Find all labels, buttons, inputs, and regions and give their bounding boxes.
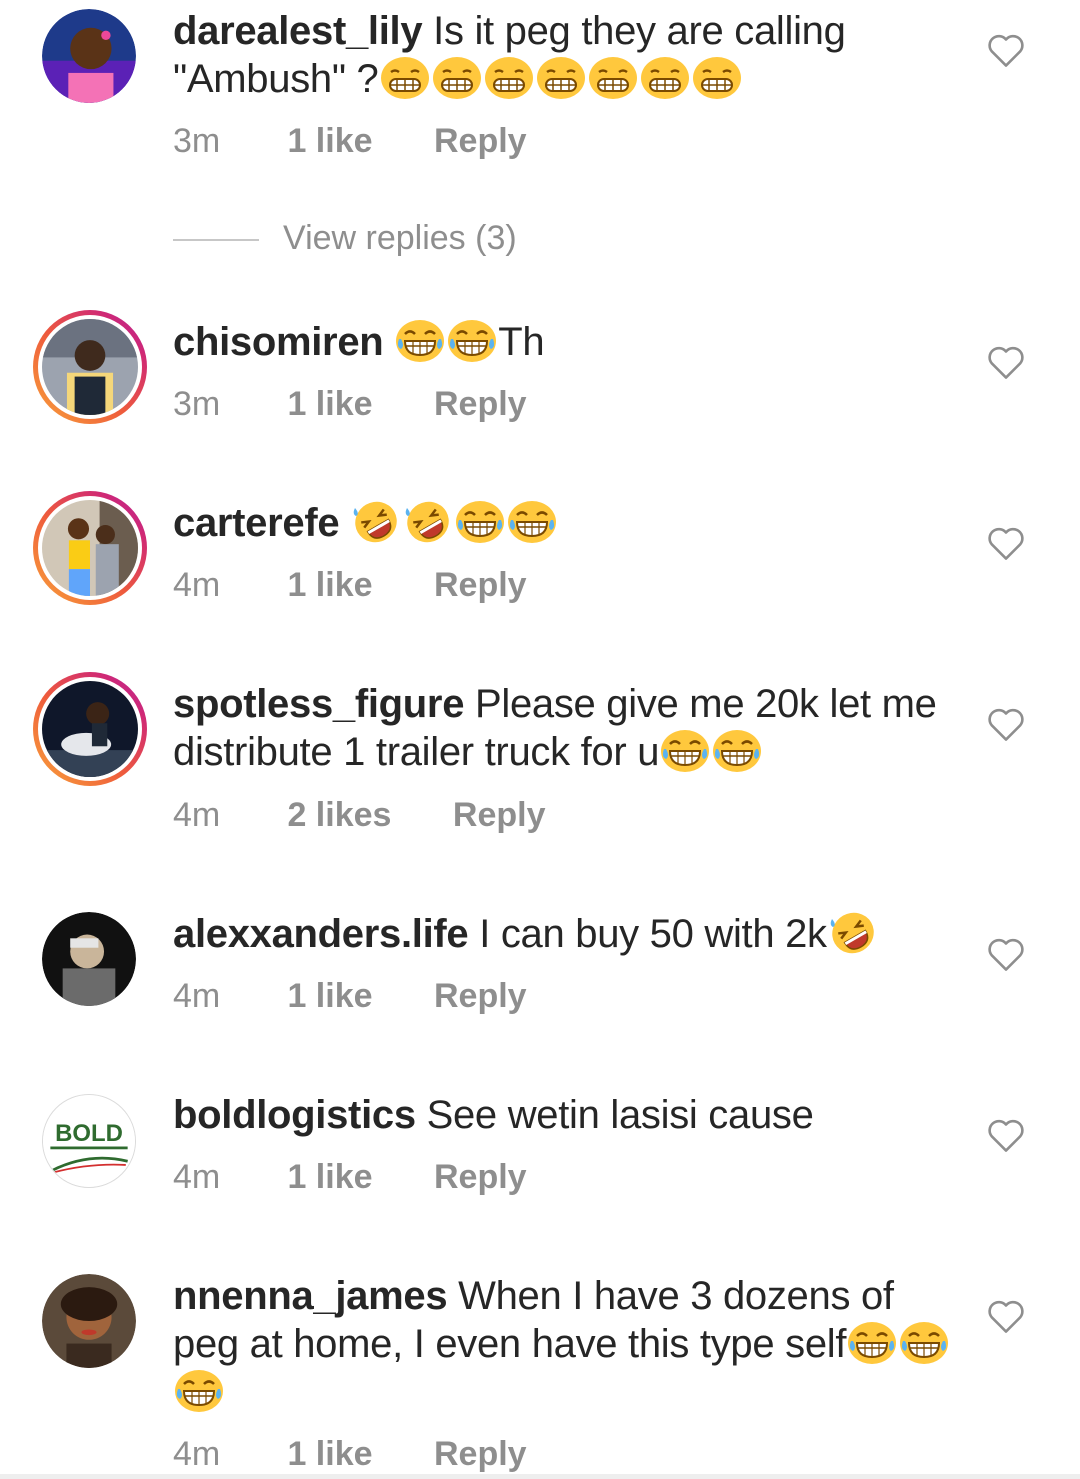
- reply-button[interactable]: Reply: [434, 385, 527, 424]
- tears-of-joy-face-emoji-icon: [447, 319, 497, 363]
- reply-button[interactable]: Reply: [434, 122, 527, 161]
- heart-icon[interactable]: [986, 936, 1026, 972]
- timestamp: 4m: [173, 566, 221, 604]
- comment-body: I can buy 50 with 2k: [479, 912, 827, 956]
- grimacing-face-emoji-icon: [432, 56, 482, 100]
- heart-icon[interactable]: [986, 525, 1026, 561]
- heart-icon[interactable]: [986, 1117, 1026, 1153]
- reply-button[interactable]: Reply: [434, 977, 527, 1016]
- avatar[interactable]: [33, 310, 147, 424]
- rofl-face-emoji-icon: [351, 500, 401, 544]
- tears-of-joy-face-emoji-icon: [455, 500, 505, 544]
- grimacing-face-emoji-icon: [588, 56, 638, 100]
- avatar[interactable]: [33, 491, 147, 605]
- comment-text: carterefe: [173, 499, 963, 547]
- rofl-face-emoji-icon: [828, 911, 878, 955]
- grimacing-face-emoji-icon: [380, 56, 430, 100]
- timestamp: 3m: [173, 385, 221, 423]
- tears-of-joy-face-emoji-icon: [660, 729, 710, 773]
- heart-icon[interactable]: [986, 1298, 1026, 1334]
- emoji-group: [379, 57, 743, 101]
- comment-text: chisomiren Th: [173, 318, 963, 366]
- timestamp: 4m: [173, 1435, 221, 1473]
- username[interactable]: boldlogistics: [173, 1093, 416, 1137]
- tears-of-joy-face-emoji-icon: [847, 1321, 897, 1365]
- likes-count[interactable]: 1 like: [287, 566, 372, 605]
- timestamp: 4m: [173, 1158, 221, 1196]
- divider: [173, 239, 259, 242]
- tears-of-joy-face-emoji-icon: [507, 500, 557, 544]
- bottom-divider: [0, 1474, 1080, 1479]
- avatar[interactable]: [42, 912, 136, 1006]
- timestamp: 4m: [173, 977, 221, 1015]
- heart-icon[interactable]: [986, 344, 1026, 380]
- tears-of-joy-face-emoji-icon: [174, 1369, 224, 1413]
- likes-count[interactable]: 1 like: [287, 1158, 372, 1197]
- avatar[interactable]: BOLD: [42, 1094, 136, 1188]
- username[interactable]: alexxanders.life: [173, 912, 469, 956]
- avatar[interactable]: [33, 672, 147, 786]
- view-replies-label[interactable]: View replies (3): [283, 219, 517, 257]
- comment-text: alexxanders.life I can buy 50 with 2k: [173, 910, 963, 958]
- username[interactable]: carterefe: [173, 501, 340, 545]
- comment-meta: 4m 1 like Reply: [173, 1158, 527, 1197]
- comment-meta: 4m 1 like Reply: [173, 1435, 527, 1474]
- likes-count[interactable]: 2 likes: [287, 796, 391, 835]
- avatar[interactable]: [42, 1274, 136, 1368]
- comment-body: See wetin lasisi cause: [426, 1093, 814, 1137]
- reply-button[interactable]: Reply: [434, 1435, 527, 1474]
- tears-of-joy-face-emoji-icon: [712, 729, 762, 773]
- comment-text: nnenna_james When I have 3 dozens of peg…: [173, 1272, 963, 1416]
- username[interactable]: spotless_figure: [173, 682, 464, 726]
- comment-meta: 4m 2 likes Reply: [173, 796, 545, 835]
- reply-button[interactable]: Reply: [434, 566, 527, 605]
- emoji-group: [827, 912, 879, 956]
- emoji-group: [394, 320, 498, 364]
- likes-count[interactable]: 1 like: [287, 122, 372, 161]
- grimacing-face-emoji-icon: [536, 56, 586, 100]
- emoji-group: [350, 501, 558, 545]
- comment-text: darealest_lily Is it peg they are callin…: [173, 7, 963, 103]
- comment-meta: 4m 1 like Reply: [173, 566, 527, 605]
- avatar[interactable]: [42, 9, 136, 103]
- username[interactable]: chisomiren: [173, 320, 384, 364]
- username[interactable]: darealest_lily: [173, 9, 423, 53]
- likes-count[interactable]: 1 like: [287, 385, 372, 424]
- grimacing-face-emoji-icon: [692, 56, 742, 100]
- rofl-face-emoji-icon: [403, 500, 453, 544]
- reply-button[interactable]: Reply: [453, 796, 546, 835]
- grimacing-face-emoji-icon: [484, 56, 534, 100]
- comment-meta: 4m 1 like Reply: [173, 977, 527, 1016]
- emoji-group: [659, 730, 763, 774]
- timestamp: 3m: [173, 122, 221, 160]
- heart-icon[interactable]: [986, 32, 1026, 68]
- timestamp: 4m: [173, 796, 221, 834]
- likes-count[interactable]: 1 like: [287, 977, 372, 1016]
- comment-meta: 3m 1 like Reply: [173, 122, 527, 161]
- view-replies-link[interactable]: View replies (3): [173, 219, 517, 258]
- comment-body: Th: [498, 320, 545, 364]
- comment-text: spotless_figure Please give me 20k let m…: [173, 680, 963, 776]
- heart-icon[interactable]: [986, 706, 1026, 742]
- comment-meta: 3m 1 like Reply: [173, 385, 527, 424]
- bold-logo: BOLD: [43, 1095, 135, 1187]
- logo-text: BOLD: [55, 1120, 123, 1147]
- username[interactable]: nnenna_james: [173, 1274, 448, 1318]
- likes-count[interactable]: 1 like: [287, 1435, 372, 1474]
- tears-of-joy-face-emoji-icon: [899, 1321, 949, 1365]
- reply-button[interactable]: Reply: [434, 1158, 527, 1197]
- grimacing-face-emoji-icon: [640, 56, 690, 100]
- tears-of-joy-face-emoji-icon: [395, 319, 445, 363]
- comment-text: boldlogistics See wetin lasisi cause: [173, 1091, 963, 1139]
